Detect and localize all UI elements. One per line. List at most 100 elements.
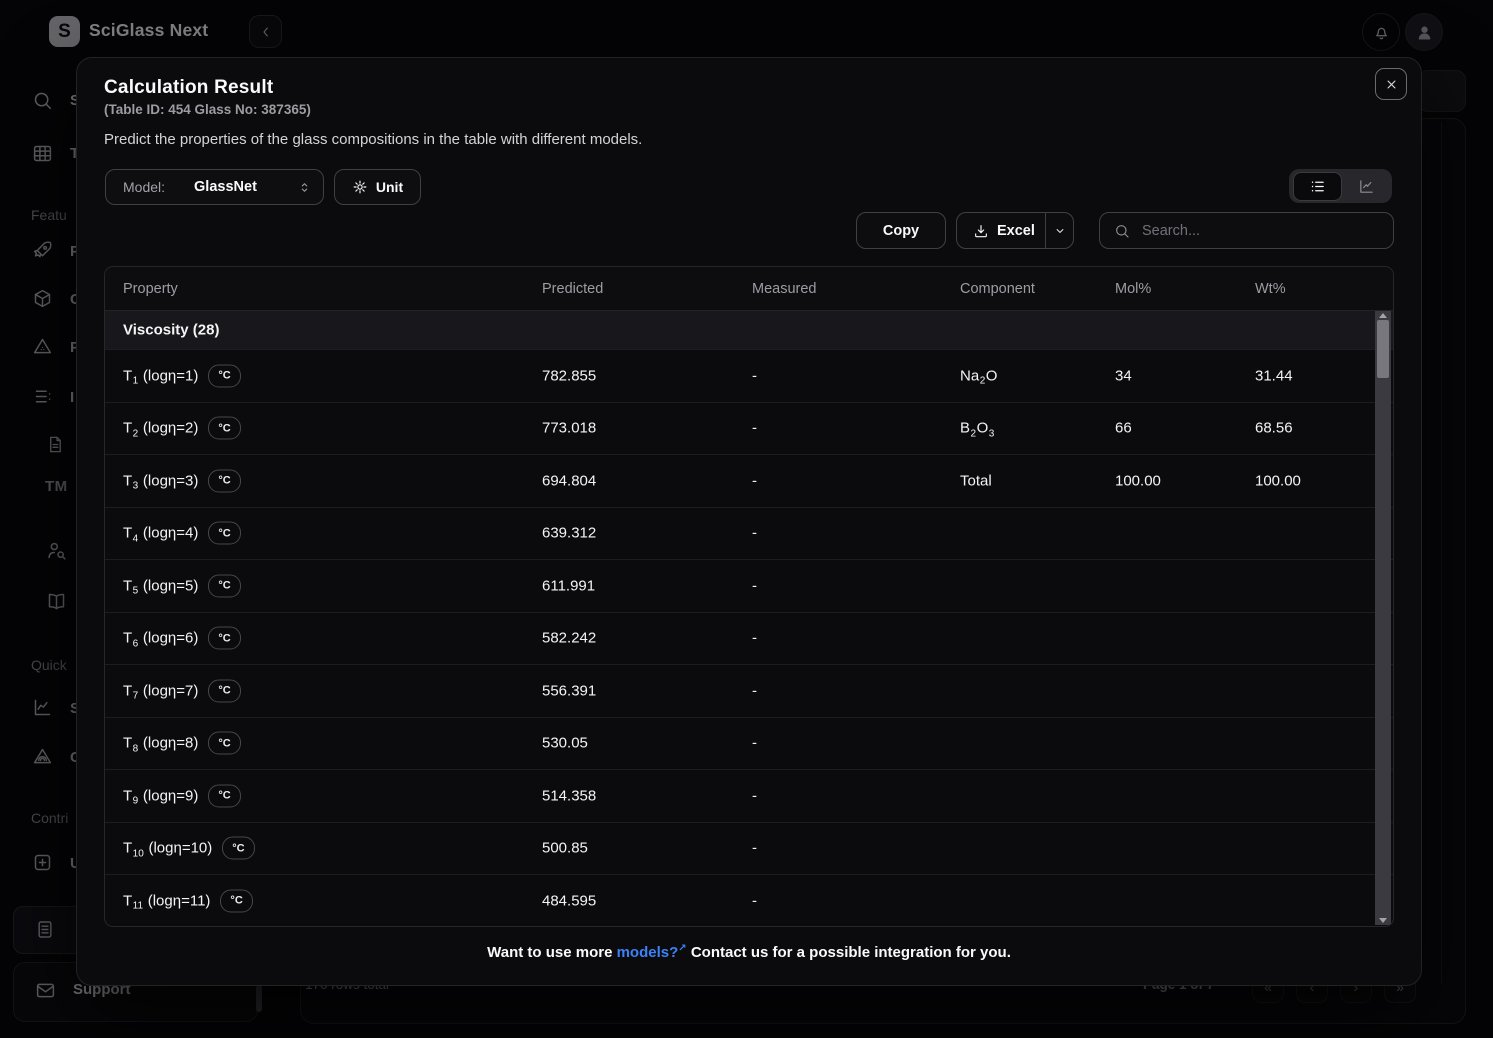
list-view-icon [1309,178,1326,195]
table-row[interactable]: T6 (logη=6) °C 582.242 - [105,612,1393,665]
table-scrollbar[interactable] [1375,311,1391,925]
calculation-result-modal: Calculation Result (Table ID: 454 Glass … [76,57,1422,986]
unit-badge: °C [208,364,240,387]
property-label: T8 (logη=8) [123,735,198,752]
external-link-icon[interactable]: ↗ [678,943,686,954]
scroll-up-arrow-icon[interactable] [1379,313,1387,318]
table-row[interactable]: T5 (logη=5) °C 611.991 - [105,559,1393,612]
list-view-button[interactable] [1293,172,1342,201]
table-row[interactable]: T10 (logη=10) °C 500.85 - [105,822,1393,875]
property-label: T6 (logη=6) [123,630,198,647]
predicted-value: 484.595 [542,892,596,909]
predicted-value: 773.018 [542,420,596,437]
predicted-value: 500.85 [542,840,588,857]
modal-description: Predict the properties of the glass comp… [104,131,642,148]
footer-text-pre: Want to use more [487,944,616,961]
measured-value: - [752,472,757,489]
copy-button-label: Copy [883,223,919,239]
table-body: Viscosity (28) T1 (logη=1) °C 782.855 - … [105,311,1393,927]
predicted-value: 582.242 [542,630,596,647]
table-row[interactable]: T8 (logη=8) °C 530.05 - [105,717,1393,770]
mol-value: 100.00 [1115,472,1161,489]
predicted-value: 782.855 [542,367,596,384]
unit-badge: °C [208,522,240,545]
predicted-value: 611.991 [542,577,595,594]
model-select[interactable]: Model: GlassNet [105,169,324,205]
measured-value: - [752,525,757,542]
unit-badge: °C [208,784,240,807]
scroll-down-arrow-icon[interactable] [1379,918,1387,923]
excel-export-button: Excel [956,212,1074,249]
component-label: B2O3 [960,420,995,437]
section-title: Viscosity (28) [123,322,219,339]
unit-badge: °C [208,417,240,440]
property-label: T1 (logη=1) [123,367,198,384]
chart-view-icon [1358,178,1375,195]
predicted-value: 639.312 [542,525,596,542]
chart-view-button[interactable] [1343,173,1390,200]
modal-footer-note: Want to use more models?↗ Contact us for… [77,943,1421,961]
property-label: T5 (logη=5) [123,577,198,594]
measured-value: - [752,840,757,857]
predicted-value: 514.358 [542,787,596,804]
table-row[interactable]: T11 (logη=11) °C 484.595 - [105,874,1393,927]
excel-download-button[interactable]: Excel [957,213,1045,248]
scrollbar-thumb[interactable] [1377,320,1389,378]
predicted-value: 530.05 [542,735,588,752]
wt-value: 100.00 [1255,472,1301,489]
screen: S SciGlass Next S T Featu P C P I TM Qui… [0,0,1493,1038]
column-header-predicted: Predicted [542,281,603,297]
table-section-row: Viscosity (28) [105,311,1393,349]
mol-value: 66 [1115,420,1132,437]
close-icon [1384,77,1399,92]
table-row[interactable]: T4 (logη=4) °C 639.312 - [105,507,1393,560]
mol-value: 34 [1115,367,1132,384]
measured-value: - [752,420,757,437]
results-table: Property Predicted Measured Component Mo… [104,266,1394,927]
table-header: Property Predicted Measured Component Mo… [105,267,1393,311]
property-label: T4 (logη=4) [123,525,198,542]
unit-badge: °C [208,469,240,492]
table-row[interactable]: T1 (logη=1) °C 782.855 - Na2O 34 31.44 [105,349,1393,402]
measured-value: - [752,577,757,594]
table-row[interactable]: T9 (logη=9) °C 514.358 - [105,769,1393,822]
chevron-down-icon [1053,224,1067,238]
download-icon [973,223,989,239]
predicted-value: 694.804 [542,472,596,489]
property-label: T7 (logη=7) [123,682,198,699]
modal-subtitle: (Table ID: 454 Glass No: 387365) [104,102,311,117]
excel-options-button[interactable] [1046,213,1073,248]
measured-value: - [752,367,757,384]
copy-button[interactable]: Copy [856,212,946,249]
property-label: T9 (logη=9) [123,787,198,804]
unit-badge: °C [220,889,252,912]
column-header-component: Component [960,281,1035,297]
unit-badge: °C [208,574,240,597]
models-link[interactable]: models? [617,944,679,961]
model-select-label: Model: [123,179,165,195]
column-header-wt: Wt% [1255,281,1286,297]
measured-value: - [752,630,757,647]
table-row[interactable]: T2 (logη=2) °C 773.018 - B2O3 66 68.56 [105,402,1393,455]
predicted-value: 556.391 [542,682,596,699]
close-button[interactable] [1375,68,1407,100]
view-toggle [1289,169,1392,203]
wt-value: 31.44 [1255,367,1293,384]
unit-button[interactable]: Unit [334,169,421,205]
table-row[interactable]: T7 (logη=7) °C 556.391 - [105,664,1393,717]
unit-badge: °C [208,627,240,650]
modal-title: Calculation Result [104,77,273,99]
measured-value: - [752,787,757,804]
column-header-property: Property [123,281,178,297]
gear-icon [352,179,368,195]
component-label: Total [960,472,992,489]
chevron-up-down-icon [297,180,312,195]
property-label: T3 (logη=3) [123,472,198,489]
footer-text-post: Contact us for a possible integration fo… [687,944,1011,961]
model-select-value: GlassNet [194,179,257,195]
table-row[interactable]: T3 (logη=3) °C 694.804 - Total 100.00 10… [105,454,1393,507]
property-label: T2 (logη=2) [123,420,198,437]
measured-value: - [752,682,757,699]
property-label: T11 (logη=11) [123,892,210,909]
search-input[interactable] [1140,222,1364,240]
